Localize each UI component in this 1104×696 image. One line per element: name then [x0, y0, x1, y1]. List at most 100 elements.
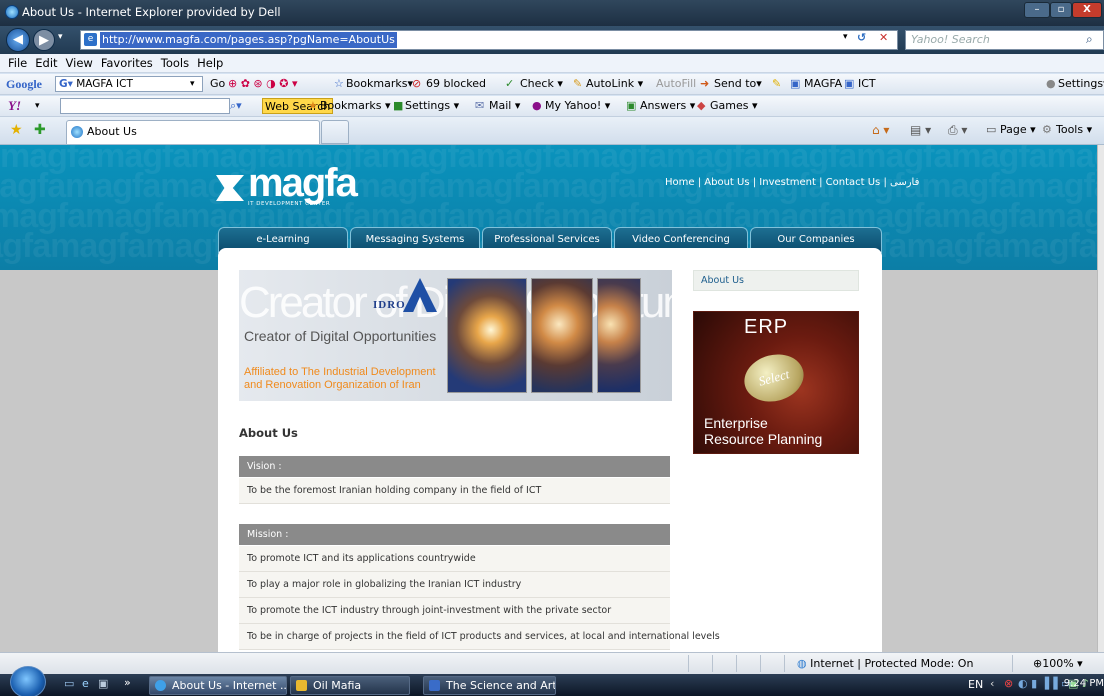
- back-button[interactable]: ◀: [6, 28, 30, 52]
- taskbar-item-ie[interactable]: About Us - Internet ...: [149, 676, 287, 695]
- yahoo-settings-button[interactable]: Settings ▾: [405, 96, 459, 116]
- google-dropdown-icon[interactable]: ▾: [190, 74, 195, 94]
- favorites-star-icon[interactable]: ★: [10, 122, 23, 138]
- search-icon[interactable]: ⌕: [1086, 32, 1093, 47]
- idro-banner: Creator of Digital Opportunities IDRO Cr…: [239, 270, 672, 401]
- erp-caption: Enterprise Resource Planning: [704, 415, 822, 447]
- tray-expand-icon[interactable]: ‹: [990, 677, 994, 690]
- address-dropdown-icon[interactable]: ▾: [843, 32, 848, 42]
- popup-blocked-button[interactable]: 69 blocked: [426, 74, 486, 94]
- yahoo-menu-icon[interactable]: ▾: [35, 96, 40, 116]
- maximize-button[interactable]: ▫: [1050, 2, 1072, 18]
- tab-about-us[interactable]: About Us: [66, 120, 320, 144]
- hand-image: [531, 278, 593, 393]
- myyahoo-button[interactable]: My Yahoo! ▾: [545, 96, 610, 116]
- refresh-icon[interactable]: ↺: [857, 31, 866, 44]
- magnifier-icon[interactable]: ⌕▾: [230, 96, 242, 116]
- close-button[interactable]: X: [1072, 2, 1102, 18]
- new-tab-button[interactable]: [321, 120, 349, 144]
- vision-header: Vision :: [239, 456, 670, 477]
- link-home[interactable]: Home: [665, 177, 695, 188]
- google-settings-button[interactable]: Settings▾: [1058, 74, 1104, 94]
- sidebar-about-us[interactable]: About Us: [693, 270, 859, 291]
- quick-launch-ie-icon[interactable]: e: [82, 677, 89, 690]
- taskbar-item-word2[interactable]: The Science and Art...: [423, 676, 556, 695]
- menu-favorites[interactable]: Favorites: [101, 56, 153, 70]
- show-desktop-icon[interactable]: ▭: [64, 677, 74, 690]
- status-cell: [712, 655, 736, 672]
- games-button[interactable]: Games ▾: [710, 96, 758, 116]
- mission-header: Mission :: [239, 524, 670, 545]
- window-title: About Us - Internet Explorer provided by…: [22, 5, 281, 19]
- magfa-button[interactable]: MAGFA: [804, 74, 842, 94]
- title-bar: About Us - Internet Explorer provided by…: [0, 0, 1104, 26]
- address-row: ◀ ▶ ▾ e http://www.magfa.com/pages.asp?p…: [0, 26, 1104, 54]
- print-icon[interactable]: ⎙ ▾: [948, 123, 967, 138]
- erp-caption-line1: Enterprise: [704, 415, 768, 431]
- menu-tools[interactable]: Tools: [161, 56, 189, 70]
- mail-button[interactable]: Mail ▾: [489, 96, 520, 116]
- stop-icon[interactable]: ✕: [879, 31, 888, 44]
- menu-edit[interactable]: Edit: [35, 56, 57, 70]
- tools-menu[interactable]: Tools ▾: [1056, 123, 1092, 136]
- idro-label: IDRO: [373, 299, 406, 311]
- search-input[interactable]: Yahoo! Search: [905, 30, 1104, 50]
- feeds-icon[interactable]: ▤ ▾: [910, 123, 931, 137]
- yahoo-logo[interactable]: Y!: [8, 96, 21, 116]
- yahoo-toolbar: Y! ▾ ⌕▾ Web Search ★ Bookmarks ▾ ■ Setti…: [0, 96, 1104, 117]
- ie-icon: [155, 680, 166, 691]
- bookmarks-button[interactable]: Bookmarks▾: [346, 74, 413, 94]
- language-indicator[interactable]: EN: [968, 678, 983, 691]
- erp-banner[interactable]: ERP Select Enterprise Resource Planning: [693, 311, 859, 454]
- clock-time[interactable]: 9:24 PM: [1058, 678, 1104, 689]
- google-go-button[interactable]: Go: [210, 74, 225, 94]
- ict-button[interactable]: ICT: [858, 74, 876, 94]
- check-button[interactable]: Check ▾: [520, 74, 563, 94]
- yahoo-bookmarks-button[interactable]: Bookmarks ▾: [320, 96, 390, 116]
- minimize-button[interactable]: –: [1024, 2, 1050, 18]
- hand-image-2: [597, 278, 641, 393]
- autolink-button[interactable]: AutoLink ▾: [586, 74, 643, 94]
- yahoo-search-input[interactable]: [60, 98, 230, 114]
- mission-item: To promote ICT and its applications coun…: [239, 546, 670, 572]
- quick-launch-more-icon[interactable]: »: [124, 676, 131, 689]
- address-url[interactable]: http://www.magfa.com/pages.asp?pgName=Ab…: [100, 32, 397, 48]
- autofill-button[interactable]: AutoFill: [656, 74, 696, 94]
- zoom-control[interactable]: ⊕100% ▾: [1012, 655, 1104, 672]
- sendto-button[interactable]: Send to▾: [714, 74, 762, 94]
- vertical-scrollbar[interactable]: [1097, 145, 1104, 652]
- settings-icon: ●: [1046, 77, 1056, 90]
- answers-icon: ▣: [626, 99, 637, 112]
- task-label: Oil Mafia: [313, 679, 362, 692]
- menu-file[interactable]: File: [8, 56, 27, 70]
- address-bar[interactable]: e http://www.magfa.com/pages.asp?pgName=…: [80, 30, 898, 50]
- page-menu[interactable]: Page ▾: [1000, 123, 1036, 136]
- task-label: The Science and Art...: [446, 679, 556, 692]
- start-button[interactable]: [10, 666, 46, 696]
- menu-view[interactable]: View: [66, 56, 93, 70]
- zoom-level: 100%: [1042, 657, 1074, 670]
- home-icon[interactable]: ⌂ ▾: [872, 123, 889, 137]
- add-favorite-icon[interactable]: ✚: [34, 122, 46, 138]
- ie-app-icon: [5, 5, 19, 19]
- link-investment[interactable]: Investment: [759, 177, 816, 188]
- switch-windows-icon[interactable]: ▣: [98, 677, 108, 690]
- magfa-logo[interactable]: magfa IT DEVELOPMENT CENTER: [216, 161, 386, 207]
- security-zone[interactable]: ◍ Internet | Protected Mode: On: [784, 655, 1012, 672]
- highlight-icon[interactable]: ✎: [772, 74, 781, 94]
- link-about-us[interactable]: About Us: [704, 177, 749, 188]
- yahoo-bookmarks-icon: ★: [308, 99, 318, 112]
- link-contact-us[interactable]: Contact Us: [826, 177, 881, 188]
- taskbar-item-word1[interactable]: Oil Mafia: [290, 676, 410, 695]
- folder-icon: [296, 680, 307, 691]
- answers-button[interactable]: Answers ▾: [640, 96, 695, 116]
- tray-security-icon[interactable]: ⊗: [1004, 677, 1013, 690]
- google-query: MAGFA ICT: [76, 78, 133, 90]
- history-dropdown-icon[interactable]: ▾: [58, 32, 63, 42]
- google-search-input[interactable]: G▾ MAGFA ICT: [55, 76, 203, 92]
- menu-help[interactable]: Help: [197, 56, 223, 70]
- forward-button[interactable]: ▶: [33, 29, 55, 51]
- zone-text: Internet | Protected Mode: On: [810, 657, 974, 670]
- google-tools-icons[interactable]: ⊕ ✿ ⊛ ◑ ✪ ▾: [228, 74, 297, 94]
- link-farsi[interactable]: فارسی: [890, 177, 919, 188]
